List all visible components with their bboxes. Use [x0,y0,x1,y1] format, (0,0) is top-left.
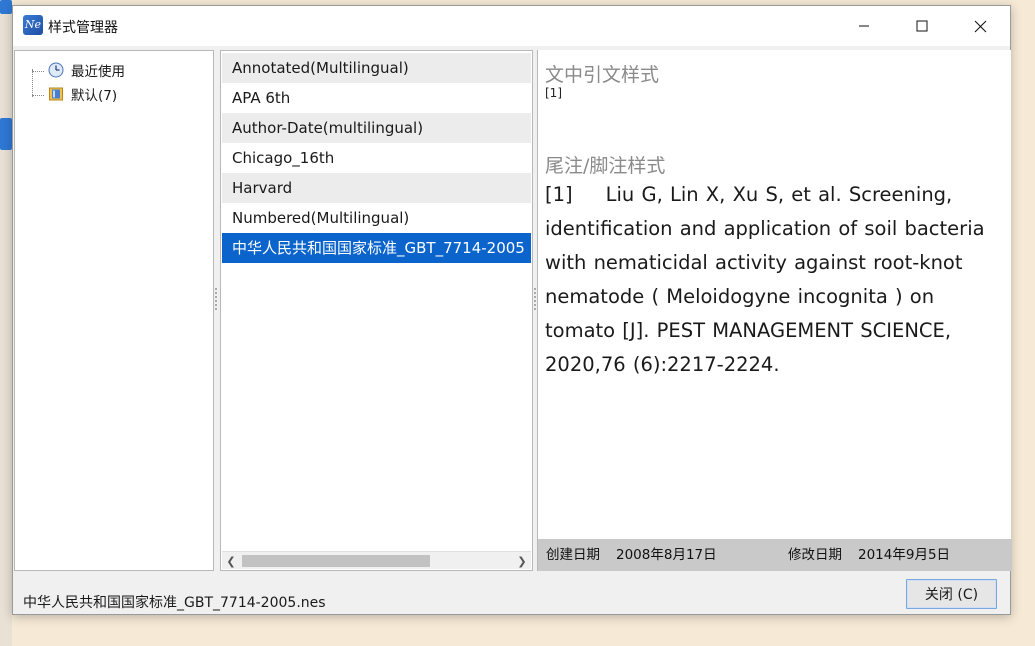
style-list-item[interactable]: Chicago_16th [222,143,531,173]
close-button[interactable]: 关闭 (C) [906,579,997,609]
horizontal-scrollbar[interactable]: ❮ ❯ [222,551,531,569]
close-icon [974,20,986,32]
style-list-item[interactable]: Harvard [222,173,531,203]
tree-item-label: 默认(7) [71,88,118,104]
style-list-item[interactable]: Numbered(Multilingual) [222,203,531,233]
close-window-button[interactable] [951,6,1009,46]
style-list: Annotated(Multilingual) APA 6th Author-D… [220,50,533,571]
title-bar[interactable]: Ne 样式管理器 [13,6,1010,46]
preview-footer: 创建日期 2008年8月17日 修改日期 2014年9月5日 [538,539,1012,571]
maximize-icon [916,20,928,32]
window-title: 样式管理器 [48,20,118,36]
folder-book-icon [47,85,65,103]
scrollbar-thumb[interactable] [242,555,430,567]
style-list-item[interactable]: APA 6th [222,83,531,113]
minimize-icon [859,25,869,27]
tree-item-recent[interactable]: 最近使用 [25,59,125,81]
footnote-sample: [1] Liu G, Lin X, Xu S, et al. Screening,… [545,178,1007,382]
intext-heading: 文中引文样式 [545,64,660,86]
clock-icon [47,61,65,79]
style-list-item[interactable]: Author-Date(multilingual) [222,113,531,143]
modified-label: 修改日期 [788,547,842,563]
desktop-app-icon [0,118,12,150]
created-label: 创建日期 [546,547,600,563]
scroll-left-icon[interactable]: ❮ [222,552,240,570]
tree-item-label: 最近使用 [71,64,125,80]
intext-sample: [1] [545,86,562,100]
splitter-handle[interactable] [214,286,218,326]
style-list-item[interactable]: Annotated(Multilingual) [222,53,531,83]
footnote-heading: 尾注/脚注样式 [545,155,666,177]
style-list-item-selected[interactable]: 中华人民共和国国家标准_GBT_7714-2005 [222,233,531,263]
category-tree: 最近使用 默认(7) [14,50,214,571]
style-manager-window: Ne 样式管理器 最近使用 默认(7) Annotated(Multilingu… [12,5,1012,615]
selected-file-name: 中华人民共和国国家标准_GBT_7714-2005.nes [23,595,326,611]
modified-date: 2014年9月5日 [858,547,951,563]
desktop-app-icon [0,0,12,14]
scroll-right-icon[interactable]: ❯ [513,552,531,570]
style-preview: 文中引文样式 [1] 尾注/脚注样式 [1] Liu G, Lin X, Xu S… [537,50,1012,571]
minimize-button[interactable] [835,6,893,46]
footnote-number: [1] [545,183,573,206]
tree-item-default[interactable]: 默认(7) [25,83,117,105]
app-logo-icon: Ne [23,15,43,35]
created-date: 2008年8月17日 [616,547,717,563]
desktop-background [0,0,12,646]
footnote-text: Liu G, Lin X, Xu S, et al. Screening, id… [545,183,985,376]
maximize-button[interactable] [893,6,951,46]
